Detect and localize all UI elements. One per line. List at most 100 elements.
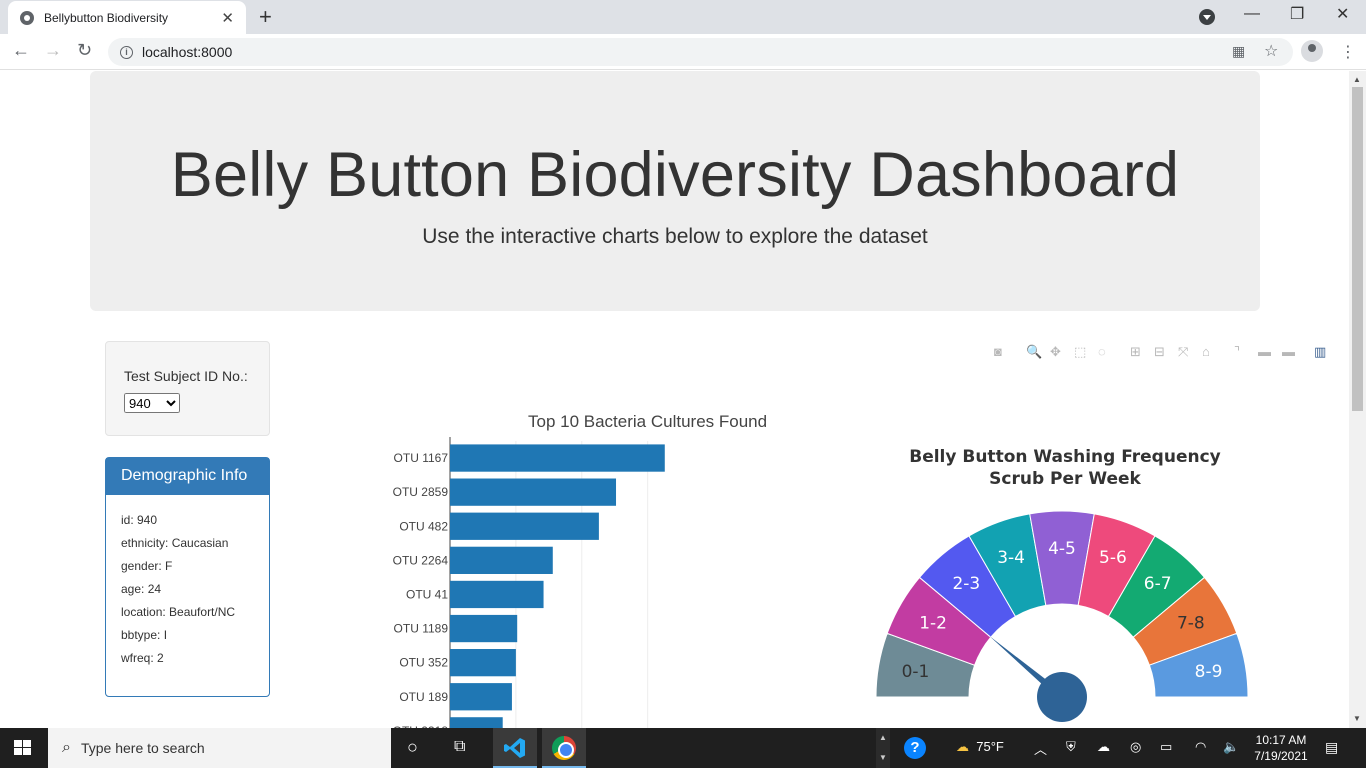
security-icon[interactable]: ⛨ (1066, 739, 1076, 755)
bar-chart[interactable]: Top 10 Bacteria Cultures Found050100150O… (380, 336, 800, 728)
gauge-segment-label: 6-7 (1144, 574, 1172, 594)
demographic-panel-heading: Demographic Info (106, 458, 269, 495)
globe-icon (20, 10, 34, 25)
gauge-segment-label: 7-8 (1177, 614, 1205, 634)
scroll-up-arrow-icon[interactable]: ▲ (1353, 75, 1361, 84)
windows-taskbar: ⌕ Type here to search ○ ⧉ ▲ ▼ ? ☁ 75°F ︿ … (0, 728, 1366, 768)
more-menu-icon[interactable]: ⋮ (1340, 42, 1356, 62)
bar-chart-category-label: OTU 1189 (394, 622, 449, 636)
page-subtitle: Use the interactive charts below to expl… (422, 225, 928, 248)
demographic-panel: Demographic Info id: 940 ethnicity: Cauc… (105, 457, 270, 697)
tab-title: Bellybutton Biodiversity (44, 10, 169, 25)
bar-chart-category-label: OTU 189 (399, 690, 448, 704)
subject-selector-label: Test Subject ID No.: (124, 368, 248, 384)
bar-chart-bar[interactable] (450, 614, 518, 643)
gauge-segment-label: 0-1 (902, 662, 930, 682)
scrollbar-thumb[interactable] (1352, 87, 1363, 411)
battery-icon[interactable]: ▭ (1160, 739, 1172, 755)
bar-chart-bar[interactable] (450, 512, 599, 540)
help-icon[interactable]: ? (904, 737, 926, 759)
bar-chart-bar[interactable] (450, 478, 617, 506)
back-arrow-icon[interactable]: ← (12, 40, 30, 61)
browser-tab[interactable]: Bellybutton Biodiversity ✕ (8, 1, 246, 34)
bar-chart-bar[interactable] (450, 683, 512, 711)
taskbar-search-placeholder: Type here to search (80, 740, 205, 756)
bar-chart-category-label: OTU 352 (399, 656, 448, 670)
cortana-icon[interactable]: ○ (407, 737, 418, 758)
taskbar-search-box[interactable]: ⌕ Type here to search (48, 728, 391, 768)
chrome-icon (552, 736, 576, 760)
gauge-title: Belly Button Washing Frequency (909, 447, 1221, 467)
bar-chart-bar[interactable] (450, 717, 503, 728)
gauge-segment-label: 2-3 (952, 574, 980, 594)
browser-tab-bar: Bellybutton Biodiversity ✕ + — ❐ ✕ (0, 0, 1366, 34)
info-icon[interactable]: i (120, 45, 133, 59)
search-icon: ⌕ (62, 739, 71, 756)
demographic-row: gender: F (121, 559, 173, 573)
minimize-button[interactable]: — (1244, 5, 1260, 23)
tab-search-icon[interactable] (1199, 9, 1215, 25)
scroll-down-arrow-icon[interactable]: ▼ (1353, 714, 1361, 723)
bookmark-star-icon[interactable]: ☆ (1264, 41, 1278, 61)
gauge-title: Scrub Per Week (989, 469, 1141, 489)
bar-chart-category-label: OTU 2859 (393, 485, 449, 499)
bar-chart-title: Top 10 Bacteria Cultures Found (528, 412, 767, 431)
qr-code-icon[interactable]: ▦ (1232, 43, 1245, 60)
wifi-icon[interactable]: ◠ (1195, 739, 1206, 755)
gauge-chart-container: ◙ 🔍 ✥ ⬚ ◌ ⊞ ⊟ ⤧ ⌂ ⌝ ▬ ▬ ▥ Belly Button Washing Frequ… (860, 336, 1349, 728)
gauge-segment-label: 4-5 (1048, 539, 1076, 559)
subject-selector-well: Test Subject ID No.: 940 (105, 341, 270, 436)
header-jumbotron: Belly Button Biodiversity Dashboard Use … (90, 71, 1260, 311)
taskbar-overflow-scroll[interactable]: ▲ ▼ (876, 728, 890, 768)
gauge-segment-label: 1-2 (919, 614, 947, 634)
windows-start-icon[interactable] (14, 740, 32, 756)
show-hidden-icons-icon[interactable]: ︿ (1034, 739, 1047, 758)
demographic-row: ethnicity: Caucasian (121, 536, 229, 550)
bar-chart-bar[interactable] (450, 546, 553, 574)
demographic-panel-body: id: 940 ethnicity: Caucasian gender: F a… (106, 495, 269, 684)
notifications-icon[interactable]: ▤ (1325, 739, 1338, 756)
clock-time: 10:17 AM (1255, 733, 1307, 747)
bar-chart-category-label: OTU 2264 (393, 553, 449, 567)
weather-temp: 75°F (976, 739, 1004, 754)
bar-chart-bar[interactable] (450, 580, 544, 609)
profile-avatar[interactable] (1301, 40, 1323, 62)
browser-toolbar: ← → ↻ i localhost:8000 ▦ ☆ ⋮ (0, 34, 1366, 70)
weather-widget[interactable]: ☁ 75°F (956, 739, 1004, 755)
demographic-row: location: Beaufort/NC (121, 605, 236, 619)
reload-icon[interactable]: ↻ (77, 40, 92, 61)
bar-chart-bar[interactable] (450, 649, 516, 677)
page-scrollbar[interactable]: ▲ ▼ (1349, 71, 1366, 728)
bar-chart-category-label: OTU 482 (399, 519, 448, 533)
clock-date: 7/19/2021 (1254, 749, 1308, 763)
bar-chart-category-label: OTU 41 (406, 587, 448, 601)
chrome-taskbar-button[interactable] (542, 728, 586, 768)
taskbar-clock[interactable]: 10:17 AM 7/19/2021 (1250, 732, 1312, 764)
close-window-button[interactable]: ✕ (1336, 4, 1349, 24)
subject-id-select[interactable]: 940 (124, 393, 180, 413)
vscode-icon (504, 738, 525, 758)
demographic-row: wfreq: 2 (121, 651, 164, 665)
demographic-row: bbtype: I (121, 628, 168, 642)
onedrive-icon[interactable]: ☁ (1097, 739, 1110, 755)
task-view-icon[interactable]: ⧉ (454, 738, 465, 756)
bar-chart-category-label: OTU 1167 (394, 451, 449, 465)
meet-now-icon[interactable]: ◎ (1130, 739, 1141, 755)
gauge-chart[interactable]: Belly Button Washing FrequencyScrub Per … (860, 336, 1349, 728)
restore-button[interactable]: ❐ (1290, 4, 1304, 24)
forward-arrow-icon[interactable]: → (44, 40, 62, 61)
page-title: Belly Button Biodiversity Dashboard (170, 140, 1180, 210)
volume-icon[interactable]: 🔈 (1223, 739, 1239, 755)
bar-chart-bar[interactable] (450, 444, 665, 472)
gauge-segment-label: 5-6 (1099, 548, 1127, 568)
page-viewport: Belly Button Biodiversity Dashboard Use … (0, 71, 1349, 728)
new-tab-button[interactable]: + (259, 4, 272, 30)
close-tab-icon[interactable]: ✕ (221, 9, 234, 27)
demographic-row: age: 24 (121, 582, 162, 596)
gauge-segment-label: 8-9 (1195, 662, 1223, 682)
url-text: localhost:8000 (142, 44, 233, 60)
demographic-row: id: 940 (121, 513, 158, 527)
vscode-taskbar-button[interactable] (493, 728, 537, 768)
address-bar[interactable]: i localhost:8000 (108, 38, 1293, 66)
cloud-sun-icon: ☁ (956, 739, 969, 754)
